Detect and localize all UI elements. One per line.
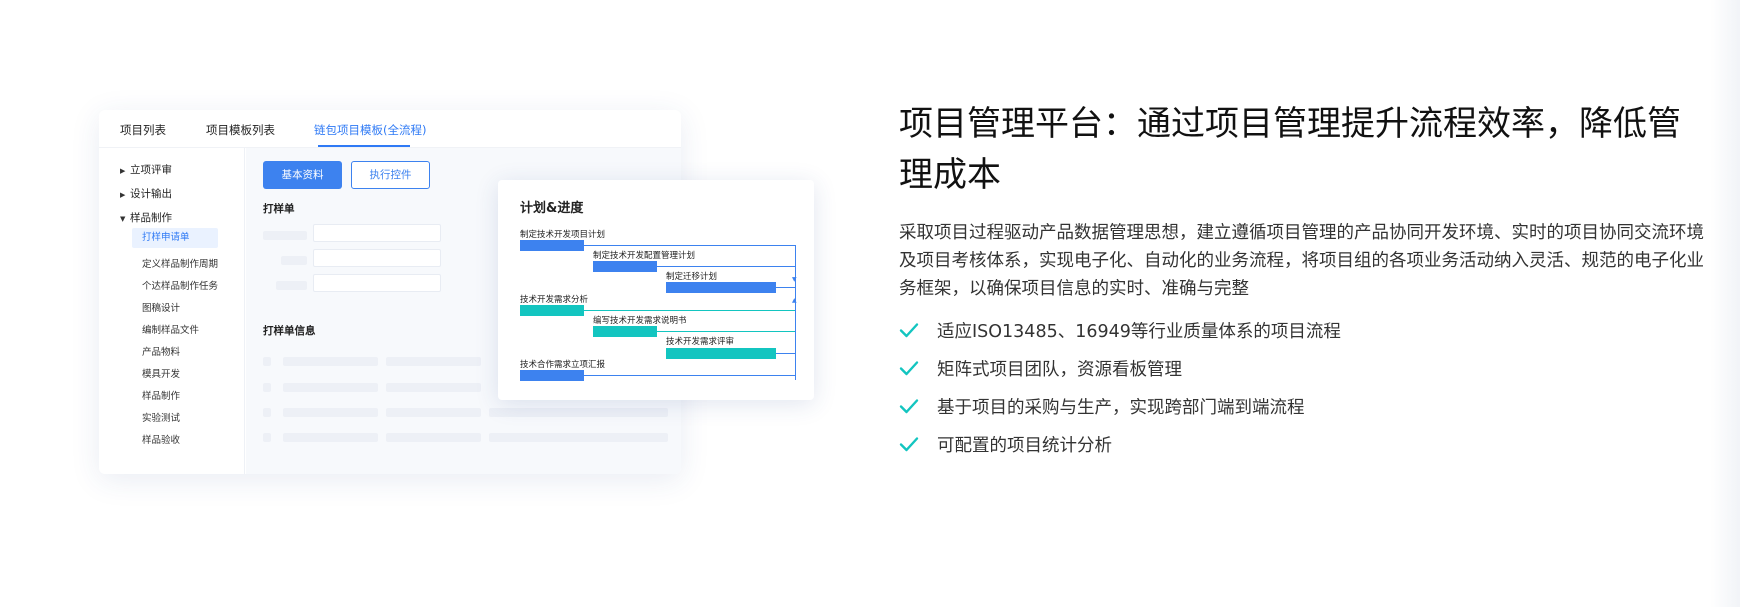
tab-full-flow-template[interactable]: 链包项目模板(全流程) <box>314 122 426 138</box>
feature-item: 可配置的项目统计分析 <box>899 429 1112 459</box>
row-placeholder <box>283 383 378 392</box>
gantt-bar <box>666 282 776 293</box>
gantt-connector <box>584 375 796 376</box>
field-input-placeholder[interactable] <box>313 224 441 242</box>
sidebar-group-label: 设计输出 <box>130 188 172 200</box>
gantt-bar <box>666 348 776 359</box>
gantt-card: 计划&进度 制定技术开发项目计划 制定技术开发配置管理计划 制定迁移计划 技术开… <box>498 180 814 400</box>
gantt-connector <box>584 245 796 246</box>
row-placeholder <box>263 357 271 366</box>
sidebar-group-label: 立项评审 <box>130 164 172 176</box>
sidebar-item-issue-task[interactable]: 个达样品制作任务 <box>142 278 218 292</box>
row-placeholder <box>386 408 481 417</box>
sidebar-item-acceptance[interactable]: 样品验收 <box>142 432 180 446</box>
row-placeholder <box>386 357 481 366</box>
sidebar-group-review[interactable]: ▶ 立项评审 <box>120 162 172 177</box>
gantt-connector <box>657 266 796 267</box>
sidebar-item-define-cycle[interactable]: 定义样品制作周期 <box>142 256 218 270</box>
gantt-task-label: 制定迁移计划 <box>666 272 718 282</box>
caret-down-icon: ▼ <box>120 215 126 223</box>
gantt-bar <box>520 240 584 251</box>
sidebar-item-sample-request[interactable]: 打样申请单 <box>132 228 218 248</box>
tab-template-list[interactable]: 项目模板列表 <box>206 122 275 138</box>
active-tab-indicator <box>318 145 410 147</box>
sidebar-group-design[interactable]: ▶ 设计输出 <box>120 186 172 201</box>
row-placeholder <box>283 408 378 417</box>
sidebar-group-sample[interactable]: ▼ 样品制作 <box>120 210 172 225</box>
execution-control-button[interactable]: 执行控件 <box>351 161 430 189</box>
check-icon <box>899 361 919 376</box>
gantt-connector <box>776 353 795 354</box>
gantt-task-label: 制定技术开发配置管理计划 <box>593 251 696 261</box>
edge-shadow <box>1710 0 1740 607</box>
check-icon <box>899 437 919 452</box>
feature-item: 基于项目的采购与生产，实现跨部门端到端流程 <box>899 391 1305 421</box>
caret-right-icon: ▶ <box>120 191 126 199</box>
caret-right-icon: ▶ <box>120 167 126 175</box>
row-placeholder <box>283 357 378 366</box>
feature-item: 适应ISO13485、16949等行业质量体系的项目流程 <box>899 315 1341 345</box>
field-input-placeholder[interactable] <box>313 249 441 267</box>
field-input-placeholder[interactable] <box>313 274 441 292</box>
section-title-order: 打样单 <box>263 203 295 215</box>
gantt-task-label: 技术开发需求评审 <box>666 337 735 347</box>
sidebar: ▶ 立项评审 ▶ 设计输出 ▼ 样品制作 打样申请单 定义样品制作周期 个达样品制作任… <box>99 148 245 474</box>
sidebar-item-materials[interactable]: 产品物料 <box>142 344 180 358</box>
hero-headline: 项目管理平台：通过项目管理提升流程效率，降低管理成本 <box>899 104 1681 195</box>
gantt-connector <box>657 331 795 332</box>
feature-text: 适应ISO13485、16949等行业质量体系的项目流程 <box>937 321 1341 342</box>
section-title-order-info: 打样单信息 <box>263 325 316 337</box>
sidebar-item-sample-docs[interactable]: 编制样品文件 <box>142 322 199 336</box>
gantt-bar <box>593 326 657 337</box>
tab-project-list[interactable]: 项目列表 <box>120 122 166 138</box>
feature-text: 可配置的项目统计分析 <box>937 435 1112 456</box>
row-placeholder <box>263 383 271 392</box>
check-icon <box>899 323 919 338</box>
row-placeholder <box>263 408 271 417</box>
gantt-bar <box>520 305 584 316</box>
basic-info-button[interactable]: 基本资料 <box>263 161 342 189</box>
field-label-placeholder <box>276 281 307 290</box>
gantt-bar <box>520 370 584 381</box>
field-label-placeholder <box>263 231 307 240</box>
row-placeholder <box>386 383 481 392</box>
gantt-task-label: 技术合作需求立项汇报 <box>520 360 606 370</box>
gantt-task-label: 制定技术开发项目计划 <box>520 230 606 240</box>
hero-description: 采取项目过程驱动产品数据管理思想，建立遵循项目管理的产品协同开发环境、实时的项目… <box>899 223 1704 299</box>
row-placeholder <box>263 433 271 442</box>
feature-item: 矩阵式项目团队，资源看板管理 <box>899 353 1182 383</box>
gantt-task-label: 编写技术开发需求说明书 <box>593 316 687 326</box>
feature-text: 矩阵式项目团队，资源看板管理 <box>937 359 1182 380</box>
row-placeholder <box>489 433 668 442</box>
arrow-down-icon: ▼ <box>792 276 797 283</box>
sidebar-item-sample-make[interactable]: 样品制作 <box>142 388 180 402</box>
row-placeholder <box>386 433 481 442</box>
gantt-title: 计划&进度 <box>520 201 584 216</box>
gantt-connector <box>776 287 796 288</box>
arrow-up-icon: ▲ <box>792 297 797 304</box>
gantt-task-label: 技术开发需求分析 <box>520 295 589 305</box>
gantt-connector <box>795 245 796 380</box>
gantt-bar <box>593 261 657 272</box>
feature-text: 基于项目的采购与生产，实现跨部门端到端流程 <box>937 397 1305 418</box>
row-placeholder <box>283 433 378 442</box>
tab-bar: 项目列表 项目模板列表 链包项目模板(全流程) <box>99 110 681 148</box>
sidebar-item-testing[interactable]: 实验测试 <box>142 410 180 424</box>
field-label-placeholder <box>281 256 307 265</box>
gantt-connector <box>584 310 795 311</box>
sidebar-item-artwork[interactable]: 图稿设计 <box>142 300 180 314</box>
sidebar-item-mold[interactable]: 模具开发 <box>142 366 180 380</box>
row-placeholder <box>489 408 668 417</box>
sidebar-group-label: 样品制作 <box>130 212 172 224</box>
check-icon <box>899 399 919 414</box>
